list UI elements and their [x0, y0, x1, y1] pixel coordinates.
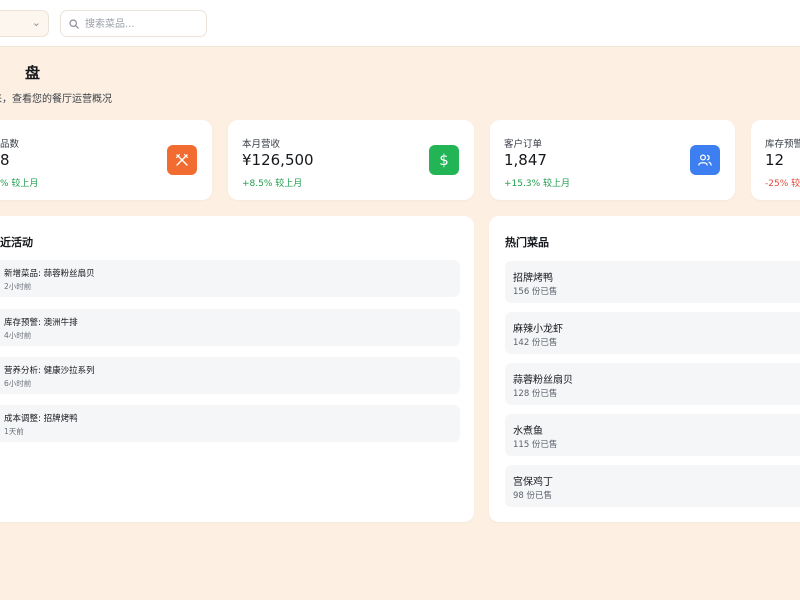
recent-activity-panel: 近活动 新增菜品: 蒜蓉粉丝扇贝 2小时前 库存预警: 澳洲牛排 4小时前 营养… [0, 216, 474, 522]
stat-label: 客户订单 [504, 139, 543, 150]
activity-time: 1天前 [4, 427, 24, 436]
stat-card-orders: 客户订单 1,847 +15.3% 较上月 [490, 120, 735, 200]
activity-item[interactable]: 新增菜品: 蒜蓉粉丝扇贝 2小时前 [0, 260, 460, 297]
activity-text: 营养分析: 健康沙拉系列 [4, 366, 95, 376]
activity-text: 新增菜品: 蒜蓉粉丝扇贝 [4, 269, 95, 279]
stat-value: 12 [765, 151, 785, 169]
search-box[interactable] [60, 10, 207, 37]
stat-value: 1,847 [504, 151, 547, 169]
stat-value: 8 [0, 151, 10, 169]
panel-title: 近活动 [0, 236, 33, 249]
dish-name: 宫保鸡丁 [513, 477, 553, 488]
page-title: 盘 [24, 64, 40, 82]
activity-item[interactable]: 营养分析: 健康沙拉系列 6小时前 [0, 357, 460, 394]
stat-label: 品数 [0, 139, 20, 150]
page-subtitle: 来，查看您的餐厅运营概况 [0, 94, 112, 105]
activity-time: 2小时前 [4, 282, 32, 291]
users-icon [690, 145, 720, 175]
activity-text: 库存预警: 澳洲牛排 [4, 318, 78, 328]
stat-card-dishes: 品数 8 % 较上月 [0, 120, 212, 200]
stat-card-revenue: 本月营收 ¥126,500 +8.5% 较上月 $ [228, 120, 474, 200]
dish-name: 蒜蓉粉丝扇贝 [513, 375, 573, 386]
dish-sales: 98 份已售 [513, 491, 553, 501]
dish-name: 水煮鱼 [513, 426, 543, 437]
dish-sales: 142 份已售 [513, 338, 558, 348]
activity-text: 成本调整: 招牌烤鸭 [4, 414, 78, 424]
dish-item[interactable]: 麻辣小龙虾 142 份已售 [505, 312, 800, 354]
chevron-down-icon: ⌄ [31, 16, 41, 29]
dish-item[interactable]: 水煮鱼 115 份已售 [505, 414, 800, 456]
top-bar: ⌄ [0, 0, 800, 47]
restaurant-select[interactable]: ⌄ [0, 10, 49, 37]
activity-time: 6小时前 [4, 379, 32, 388]
dish-sales: 115 份已售 [513, 440, 558, 450]
stat-label: 本月营收 [242, 139, 281, 150]
utensils-icon [167, 145, 197, 175]
dish-item[interactable]: 宫保鸡丁 98 份已售 [505, 465, 800, 507]
dish-name: 麻辣小龙虾 [513, 324, 563, 335]
stat-card-inventory: 库存预警 12 -25% 较 [751, 120, 800, 200]
dish-item[interactable]: 招牌烤鸭 156 份已售 [505, 261, 800, 303]
stat-change: +15.3% 较上月 [504, 179, 570, 189]
dish-sales: 156 份已售 [513, 287, 558, 297]
dish-sales: 128 份已售 [513, 389, 558, 399]
search-icon [69, 19, 79, 29]
activity-item[interactable]: 库存预警: 澳洲牛排 4小时前 [0, 309, 460, 346]
activity-item[interactable]: 成本调整: 招牌烤鸭 1天前 [0, 405, 460, 442]
panel-title: 热门菜品 [505, 236, 549, 249]
stat-label: 库存预警 [765, 139, 800, 150]
dish-item[interactable]: 蒜蓉粉丝扇贝 128 份已售 [505, 363, 800, 405]
dollar-icon: $ [429, 145, 459, 175]
dish-name: 招牌烤鸭 [513, 273, 553, 284]
activity-time: 4小时前 [4, 331, 32, 340]
stat-change: -25% 较 [765, 179, 800, 189]
popular-dishes-panel: 热门菜品 招牌烤鸭 156 份已售 麻辣小龙虾 142 份已售 蒜蓉粉丝扇贝 1… [489, 216, 800, 522]
search-input[interactable] [85, 14, 200, 34]
stat-change: +8.5% 较上月 [242, 179, 303, 189]
stat-change: % 较上月 [0, 179, 39, 189]
stat-value: ¥126,500 [242, 151, 314, 169]
